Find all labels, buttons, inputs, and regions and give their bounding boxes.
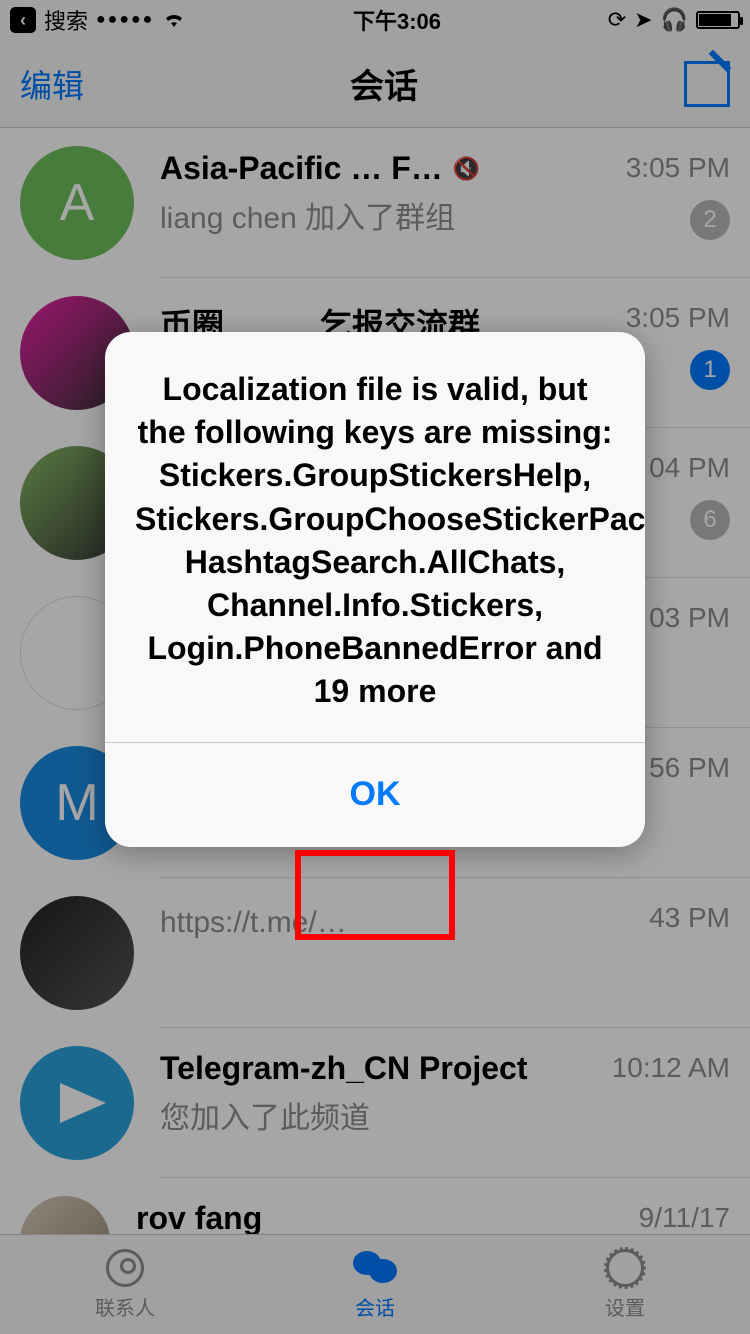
app-root: ‹ 搜索 ●●●●● 下午3:06 ⟳ ➤ 🎧 编辑 会话 A Asia-Pac…	[0, 0, 750, 1334]
alert-message: Localization file is valid, but the foll…	[105, 332, 645, 742]
alert-dialog: Localization file is valid, but the foll…	[105, 332, 645, 847]
alert-ok-button[interactable]: OK	[350, 775, 401, 814]
alert-actions: OK	[105, 743, 645, 847]
